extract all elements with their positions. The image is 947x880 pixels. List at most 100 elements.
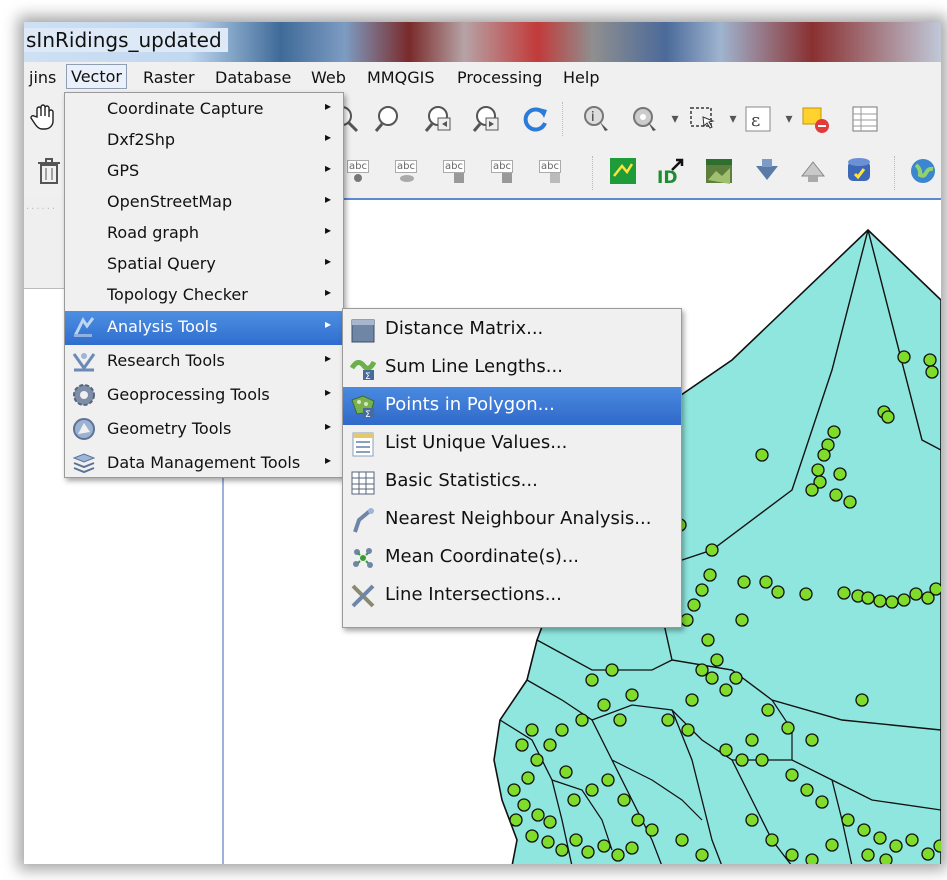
- menu-item-openstreetmap[interactable]: OpenStreetMap ▸: [65, 186, 343, 218]
- svg-text:ID: ID: [657, 168, 677, 186]
- action-gear-icon[interactable]: [630, 104, 660, 134]
- svg-text:ε: ε: [751, 110, 760, 131]
- menu-item-label: Research Tools: [107, 351, 225, 370]
- menu-item-gps[interactable]: GPS ▸: [65, 155, 343, 187]
- label-tool-4[interactable]: abc: [490, 158, 520, 186]
- submenu-arrow-icon: ▸: [324, 99, 331, 113]
- map-image-icon[interactable]: [704, 156, 734, 186]
- label-tool-text: abc: [395, 160, 417, 173]
- label-tool-2[interactable]: abc: [394, 158, 424, 186]
- zoom-next-icon[interactable]: [472, 104, 502, 134]
- menu-raster[interactable]: Raster: [138, 66, 200, 89]
- submenu-arrow-icon: ▸: [324, 453, 331, 467]
- upload-icon[interactable]: [798, 156, 828, 186]
- menu-item-spatial-query[interactable]: Spatial Query ▸: [65, 248, 343, 280]
- menu-item-label: OpenStreetMap: [107, 192, 233, 211]
- digitize-icon[interactable]: [608, 156, 638, 186]
- menu-item-topology-checker[interactable]: Topology Checker ▸: [65, 279, 343, 311]
- menu-item-line-intersections[interactable]: Line Intersections...: [343, 577, 681, 615]
- menu-item-label: Distance Matrix...: [385, 318, 544, 339]
- submenu-arrow-icon: ▸: [324, 385, 331, 399]
- refresh-icon[interactable]: [520, 104, 550, 134]
- menu-item-sum-line-lengths[interactable]: Σ Sum Line Lengths...: [343, 349, 681, 387]
- menu-plugins[interactable]: jins: [24, 66, 61, 89]
- svg-text:Σ: Σ: [365, 372, 371, 382]
- deselect-features-icon[interactable]: [800, 104, 830, 134]
- label-tool-text: abc: [347, 160, 369, 173]
- basic-statistics-icon: [351, 471, 375, 495]
- label-tool-text: abc: [539, 160, 561, 173]
- menu-item-research-tools[interactable]: Research Tools ▸: [65, 345, 343, 379]
- move-label-icon: [454, 173, 464, 183]
- change-label-icon: [550, 173, 560, 183]
- label-tool-3[interactable]: abc: [442, 158, 472, 186]
- menu-item-label: Analysis Tools: [107, 317, 218, 336]
- submenu-arrow-icon: ▸: [324, 351, 331, 365]
- menu-item-road-graph[interactable]: Road graph ▸: [65, 217, 343, 249]
- toolbar-separator: [562, 102, 565, 136]
- expression-select-icon[interactable]: ε: [744, 104, 774, 134]
- menu-bar: jins Vector Raster Database Web MMQGIS P…: [24, 62, 941, 93]
- menu-item-label: Mean Coordinate(s)...: [385, 546, 580, 567]
- submenu-arrow-icon: ▸: [324, 317, 331, 331]
- menu-item-label: Spatial Query: [107, 254, 216, 273]
- label-tool-text: abc: [491, 160, 513, 173]
- download-icon[interactable]: [752, 156, 782, 186]
- menu-item-label: GPS: [107, 161, 140, 180]
- menu-vector[interactable]: Vector: [66, 64, 127, 89]
- pin-icon: [354, 174, 362, 182]
- menu-help[interactable]: Help: [558, 66, 604, 89]
- menu-item-label: Coordinate Capture: [107, 99, 264, 118]
- attribute-table-icon[interactable]: [850, 104, 880, 134]
- sum-line-lengths-icon: Σ: [349, 360, 377, 382]
- menu-item-dxf2shp[interactable]: Dxf2Shp ▸: [65, 124, 343, 156]
- menu-web[interactable]: Web: [306, 66, 351, 89]
- menu-item-label: Sum Line Lengths...: [385, 356, 563, 377]
- menu-item-basic-statistics[interactable]: Basic Statistics...: [343, 463, 681, 501]
- menu-item-label: List Unique Values...: [385, 432, 568, 453]
- zoom-out-icon[interactable]: [374, 104, 404, 134]
- globe-icon[interactable]: [908, 156, 938, 186]
- qgis-window: sInRidings_updated jins Vector Raster Da…: [24, 22, 941, 864]
- menu-item-label: Topology Checker: [107, 285, 248, 304]
- pan-hand-icon[interactable]: [28, 102, 58, 132]
- geoprocessing-gear-icon: [73, 384, 95, 406]
- menu-item-geometry-tools[interactable]: Geometry Tools ▸: [65, 413, 343, 447]
- menu-item-label: Data Management Tools: [107, 453, 301, 472]
- menu-item-geoprocessing-tools[interactable]: Geoprocessing Tools ▸: [65, 379, 343, 413]
- menu-item-label: Line Intersections...: [385, 584, 562, 605]
- svg-text:Σ: Σ: [365, 410, 371, 420]
- menu-item-list-unique-values[interactable]: List Unique Values...: [343, 425, 681, 463]
- data-management-icon: [72, 453, 96, 474]
- submenu-arrow-icon: ▸: [324, 192, 331, 206]
- menu-mmqgis[interactable]: MMQGIS: [362, 66, 439, 89]
- id-arrow-icon[interactable]: ID: [656, 156, 686, 186]
- chevron-down-icon[interactable]: ▾: [660, 104, 690, 134]
- database-icon[interactable]: [844, 156, 874, 186]
- menu-item-nearest-neighbour-analysis[interactable]: Nearest Neighbour Analysis...: [343, 501, 681, 539]
- menu-item-label: Geoprocessing Tools: [107, 385, 270, 404]
- menu-item-label: Basic Statistics...: [385, 470, 538, 491]
- menu-item-distance-matrix[interactable]: Distance Matrix...: [343, 311, 681, 349]
- zoom-last-icon[interactable]: [424, 104, 454, 134]
- menu-item-points-in-polygon[interactable]: Σ Points in Polygon...: [343, 387, 681, 425]
- menu-item-mean-coordinates[interactable]: Mean Coordinate(s)...: [343, 539, 681, 577]
- toolbar-separator: [592, 156, 595, 190]
- submenu-arrow-icon: ▸: [324, 254, 331, 268]
- label-tool-1[interactable]: abc: [346, 158, 376, 186]
- label-tool-5[interactable]: abc: [538, 158, 568, 186]
- identify-icon[interactable]: i: [582, 104, 612, 134]
- menu-item-analysis-tools[interactable]: Analysis Tools ▸: [65, 311, 343, 345]
- menu-item-coordinate-capture[interactable]: Coordinate Capture ▸: [65, 93, 343, 125]
- line-intersections-icon: [351, 584, 375, 608]
- menu-processing[interactable]: Processing: [452, 66, 547, 89]
- select-features-icon[interactable]: [688, 104, 718, 134]
- menu-item-data-management-tools[interactable]: Data Management Tools ▸: [65, 447, 343, 477]
- menu-item-label: Geometry Tools: [107, 419, 232, 438]
- mean-coordinate-icon: [353, 548, 373, 568]
- research-tools-icon: [72, 353, 96, 372]
- eye-icon: [400, 175, 414, 182]
- menu-item-label: Road graph: [107, 223, 200, 242]
- trash-icon[interactable]: [34, 156, 64, 186]
- menu-database[interactable]: Database: [210, 66, 296, 89]
